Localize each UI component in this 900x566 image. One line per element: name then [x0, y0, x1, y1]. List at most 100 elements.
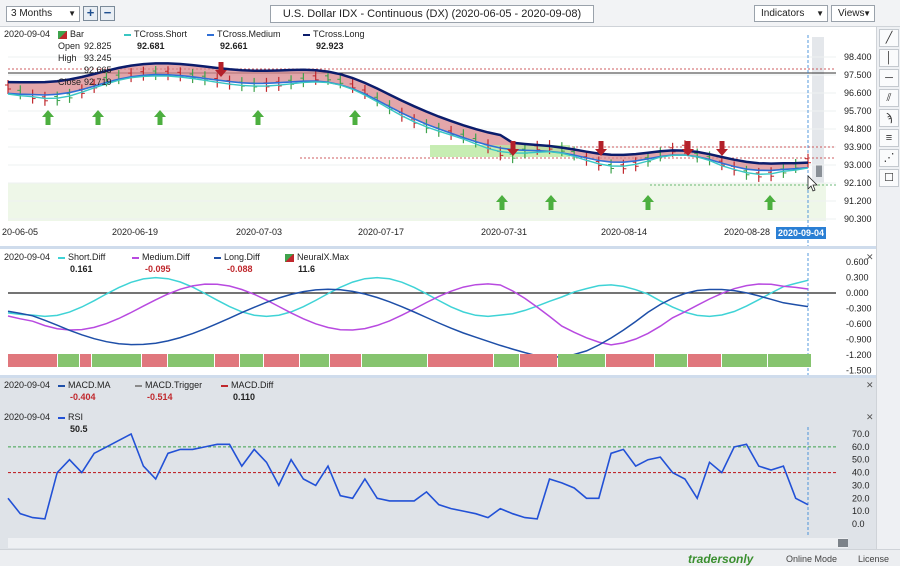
- legend-long-diff-name: Long.Diff: [224, 252, 260, 262]
- price-axis-tick: 98.400: [844, 52, 872, 62]
- rsi-axis-tick: 20.0: [852, 493, 870, 503]
- vertical-line-tool-icon[interactable]: │: [879, 49, 899, 67]
- diff-axis-tick: -1.500: [846, 366, 872, 376]
- legend-tcross-medium-name: TCross.Medium: [217, 29, 281, 39]
- text-note-tool-icon[interactable]: ☐: [879, 169, 899, 187]
- legend-neuralx-max-name: NeuralX.Max: [297, 252, 350, 262]
- neuralx-segment: [688, 354, 721, 367]
- license-status: License: [858, 554, 890, 564]
- indicators-dropdown[interactable]: Indicators ▼: [754, 5, 828, 22]
- chart-title: U.S. Dollar IDX - Continuous (DX) (2020-…: [270, 5, 594, 23]
- diff-axis-tick: 0.000: [846, 288, 869, 298]
- fan-tool-icon[interactable]: ⋰: [879, 149, 899, 167]
- price-axis-tick: 91.200: [844, 196, 872, 206]
- neuralx-segment: [240, 354, 263, 367]
- diff-axis-tick: -0.900: [846, 335, 872, 345]
- chevron-down-icon: ▼: [816, 9, 824, 18]
- neuralx-segment: [80, 354, 91, 367]
- close-panel-icon[interactable]: ✕: [866, 380, 874, 391]
- long-diff-swatch-icon: [214, 256, 221, 259]
- neuralx-segment: [558, 354, 605, 367]
- tcross-medium-swatch-icon: [207, 33, 214, 36]
- date-axis-label: 20-06-05: [2, 227, 38, 237]
- online-mode-status: Online Mode: [786, 554, 838, 564]
- price-axis-tick: 94.800: [844, 124, 872, 134]
- rsi-axis-tick: 70.0: [852, 429, 870, 439]
- bar-legend: Bar: [58, 29, 84, 39]
- legend-long-diff-value: -0.088: [227, 264, 253, 274]
- price-bottom-band: [8, 183, 826, 221]
- legend-medium-diff: Medium.Diff: [132, 252, 190, 262]
- horizontal-line-tool-icon[interactable]: ─: [879, 69, 899, 87]
- price-axis-tick: 93.000: [844, 160, 872, 170]
- neuralx-segment: [142, 354, 167, 367]
- legend-tcross-short-value: 92.681: [137, 41, 165, 51]
- close-value: 92.719: [84, 77, 112, 87]
- close-label: Close: [58, 77, 82, 87]
- legend-macd-diff: MACD.Diff: [221, 380, 273, 390]
- legend-medium-diff-name: Medium.Diff: [142, 252, 190, 262]
- chart-toolbar: 3 Months ▼ + − U.S. Dollar IDX - Continu…: [0, 0, 900, 27]
- neuralx-segment: [428, 354, 493, 367]
- brand-logo: tradersonly: [688, 552, 754, 566]
- legend-tcross-long-name: TCross.Long: [313, 29, 365, 39]
- neuralx-segment: [58, 354, 79, 367]
- legend-medium-diff-value: -0.095: [145, 264, 171, 274]
- macd-diff-swatch-icon: [221, 384, 228, 387]
- legend-macd-trigger-name: MACD.Trigger: [145, 380, 203, 390]
- legend-short-diff-name: Short.Diff: [68, 252, 106, 262]
- legend-macd-ma-name: MACD.MA: [68, 380, 111, 390]
- price-axis-tick: 92.100: [844, 178, 872, 188]
- price-axis-tick: 90.300: [844, 214, 872, 224]
- neuralx-swatch-icon: [285, 253, 294, 262]
- date-axis-label: 2020-07-03: [236, 227, 282, 237]
- bar-legend-label: Bar: [70, 29, 85, 39]
- channel-tool-icon[interactable]: ⫽: [879, 89, 899, 107]
- neuralx-segment: [722, 354, 767, 367]
- zoom-out-button[interactable]: −: [100, 6, 115, 21]
- legend-rsi-value: 50.5: [70, 424, 88, 434]
- neuralx-segment: [494, 354, 519, 367]
- panel-splitter[interactable]: [0, 375, 876, 378]
- chevron-down-icon: ▼: [68, 9, 76, 18]
- trendline-tool-icon[interactable]: ╱: [879, 29, 899, 47]
- price-axis-tick: 97.500: [844, 70, 872, 80]
- zoom-in-button[interactable]: +: [83, 6, 98, 21]
- rsi-axis-tick: 40.0: [852, 468, 870, 478]
- price-scroll-thumb[interactable]: [816, 165, 822, 177]
- views-dropdown[interactable]: Views ▼: [831, 5, 875, 22]
- legend-long-diff: Long.Diff: [214, 252, 260, 262]
- price-axis-tick: 93.900: [844, 142, 872, 152]
- legend-macd-ma: MACD.MA: [58, 380, 111, 390]
- macd-rsi-bg: [0, 378, 876, 551]
- fibonacci-tool-icon[interactable]: ≡: [879, 129, 899, 147]
- legend-tcross-long: TCross.Long: [303, 29, 365, 39]
- neuralx-segment: [264, 354, 299, 367]
- diff-axis-tick: -1.200: [846, 350, 872, 360]
- rsi-axis-tick: 30.0: [852, 480, 870, 490]
- chart-area[interactable]: 98.400 97.500 96.600 95.700 94.800 93.900 93.0…: [0, 27, 876, 551]
- diff-axis-tick: -0.600: [846, 319, 872, 329]
- short-diff-swatch-icon: [58, 256, 65, 259]
- period-select[interactable]: 3 Months ▼: [6, 6, 80, 22]
- indicators-label: Indicators: [761, 8, 805, 19]
- date-axis-label: 2020-06-19: [112, 227, 158, 237]
- low-value: 92.665: [84, 65, 112, 75]
- pitchfork-tool-icon[interactable]: ϡ: [879, 109, 899, 127]
- date-axis-label: 2020-07-31: [481, 227, 527, 237]
- medium-diff-swatch-icon: [132, 256, 139, 259]
- panel-splitter[interactable]: [0, 246, 876, 249]
- legend-macd-diff-value: 0.110: [233, 392, 256, 402]
- close-panel-icon[interactable]: ✕: [866, 412, 874, 423]
- open-value: 92.825: [84, 41, 112, 51]
- open-label: Open: [58, 41, 81, 51]
- legend-rsi: RSI: [58, 412, 83, 422]
- horizontal-scroll-thumb[interactable]: [838, 539, 848, 547]
- close-panel-icon[interactable]: ✕: [866, 252, 874, 263]
- horizontal-scrollbar[interactable]: [8, 538, 848, 548]
- legend-tcross-short-name: TCross.Short: [134, 29, 188, 39]
- rsi-axis-tick: 10.0: [852, 506, 870, 516]
- views-label: Views: [838, 8, 865, 19]
- neuralx-segment: [606, 354, 654, 367]
- legend-macd-ma-value: -0.404: [70, 392, 96, 402]
